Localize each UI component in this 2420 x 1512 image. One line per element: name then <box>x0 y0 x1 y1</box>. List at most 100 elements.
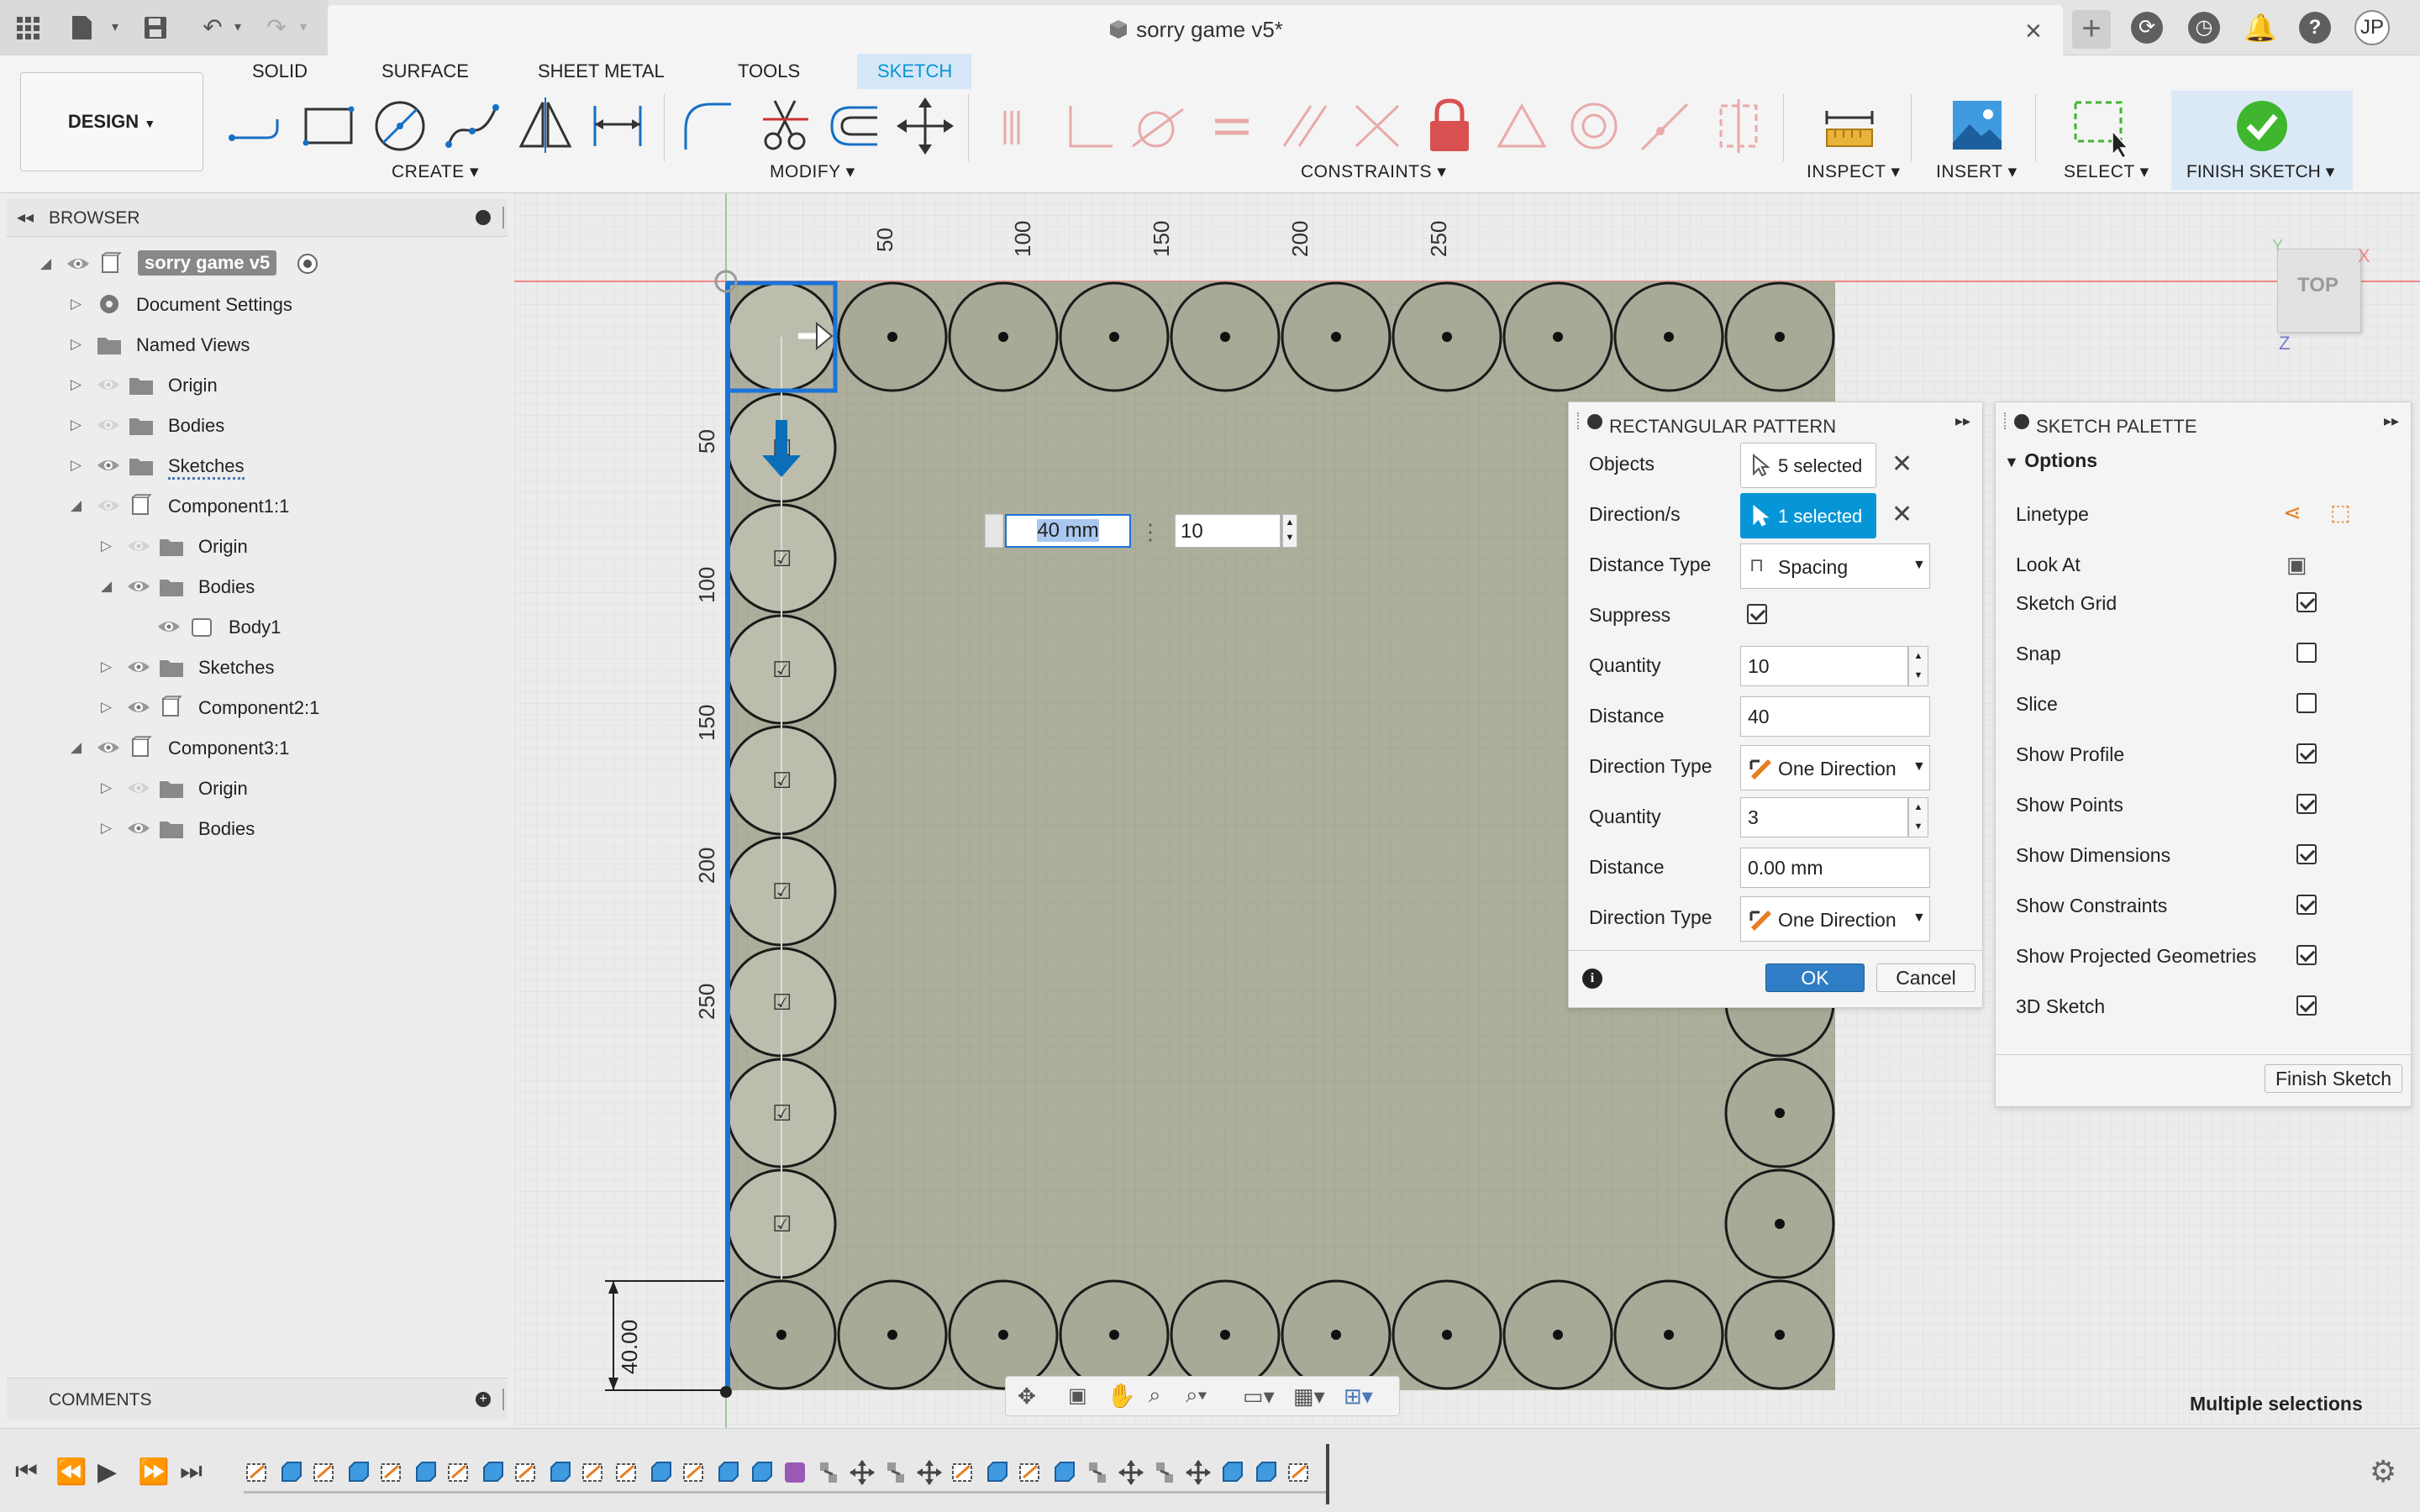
mirror-tool-icon[interactable] <box>516 94 575 158</box>
visibility-eye-icon[interactable] <box>96 738 121 758</box>
timeline-body-feature-icon[interactable] <box>479 1459 506 1486</box>
visibility-eye-icon[interactable] <box>126 818 151 838</box>
circle-center-point[interactable] <box>1775 1219 1785 1229</box>
browser-item[interactable]: ▷ Origin <box>7 365 508 405</box>
timeline-joint-feature-icon[interactable] <box>1084 1459 1111 1486</box>
tab-surface[interactable]: SURFACE <box>381 60 469 82</box>
equal-constraint-icon[interactable] <box>1203 94 1262 158</box>
insert-group-label[interactable]: INSERT ▾ <box>1936 161 2018 182</box>
collapsed-triangle-icon[interactable]: ▷ <box>101 780 118 796</box>
timeline-body-feature-icon[interactable] <box>412 1459 439 1486</box>
timeline-sketch-feature-icon[interactable] <box>1286 1459 1313 1486</box>
collapsed-triangle-icon[interactable]: ▷ <box>71 336 87 353</box>
direction-type2-select[interactable]: One Direction ▼ <box>1740 896 1930 942</box>
dimension-tool-icon[interactable] <box>588 94 647 158</box>
pan-hand-icon[interactable]: ✋ <box>1107 1382 1136 1410</box>
timeline-move-feature-icon[interactable] <box>1185 1459 1212 1486</box>
collapsed-triangle-icon[interactable]: ▷ <box>101 659 118 675</box>
timeline-sketch-feature-icon[interactable] <box>950 1459 976 1486</box>
finish-sketch-button[interactable]: FINISH SKETCH ▾ <box>2171 91 2353 190</box>
pattern-instance-checkbox[interactable]: ☑ <box>772 769 792 794</box>
visibility-eye-icon[interactable] <box>96 415 121 435</box>
parallel-constraint-icon[interactable] <box>1276 94 1334 158</box>
palette-option-checkbox[interactable] <box>2296 693 2317 713</box>
circle-center-point[interactable] <box>1442 332 1452 342</box>
palette-expand-icon[interactable]: ▸▸ <box>2384 412 2399 430</box>
timeline-body-feature-icon[interactable] <box>647 1459 674 1486</box>
go-to-start-icon[interactable]: ⏮ <box>15 1457 38 1486</box>
active-radio-icon[interactable] <box>297 254 318 274</box>
timeline-joint-feature-icon[interactable] <box>882 1459 909 1486</box>
browser-resize-handle[interactable] <box>502 207 504 228</box>
move-copy-icon[interactable] <box>896 94 955 158</box>
collinear-constraint-icon[interactable] <box>1635 94 1694 158</box>
ok-button[interactable]: OK <box>1765 963 1865 992</box>
extensions-icon[interactable]: ⟳ <box>2131 12 2163 44</box>
undo-dropdown-icon[interactable]: ▾ <box>224 13 252 42</box>
circle-center-point[interactable] <box>1109 1330 1119 1340</box>
timeline-body-feature-icon[interactable] <box>277 1459 304 1486</box>
circle-center-point[interactable] <box>998 1330 1008 1340</box>
circle-center-point[interactable] <box>998 332 1008 342</box>
file-dropdown-icon[interactable]: ▾ <box>101 13 129 42</box>
horizontal-vertical-constraint-icon[interactable] <box>1709 94 1768 158</box>
construction-linetype-icon[interactable]: ⋖ <box>2283 500 2302 526</box>
browser-item[interactable]: ▷ Sketches <box>7 445 508 486</box>
circle-center-point[interactable] <box>1553 332 1563 342</box>
workspace-design-button[interactable]: DESIGN ▼ <box>20 72 203 171</box>
pattern-instance-checkbox[interactable]: ☑ <box>772 1101 792 1126</box>
look-at-icon[interactable]: ▣ <box>2286 552 2307 578</box>
timeline-joint-feature-icon[interactable] <box>1151 1459 1178 1486</box>
timeline-sketch-feature-icon[interactable] <box>244 1459 271 1486</box>
tab-tools[interactable]: TOOLS <box>738 60 800 82</box>
timeline-marker[interactable] <box>1326 1444 1329 1504</box>
visibility-eye-icon[interactable] <box>156 617 182 637</box>
select-group-label[interactable]: SELECT ▾ <box>2064 161 2149 182</box>
create-group-label[interactable]: CREATE ▾ <box>392 161 479 182</box>
browser-item[interactable]: ▷ Component2:1 <box>7 687 508 727</box>
play-icon[interactable]: ▶ <box>97 1457 117 1487</box>
clear-direction-icon[interactable]: ✕ <box>1891 500 1912 529</box>
browser-item[interactable]: ▷ Origin <box>7 768 508 808</box>
timeline-sketch-feature-icon[interactable] <box>513 1459 539 1486</box>
inline-quantity-input[interactable]: 10 <box>1175 514 1281 548</box>
notifications-bell-icon[interactable]: 🔔 <box>2244 12 2277 44</box>
visibility-eye-icon[interactable] <box>126 536 151 556</box>
timeline-settings-gear-icon[interactable]: ⚙ <box>2370 1454 2396 1489</box>
collapsed-triangle-icon[interactable]: ▷ <box>71 457 87 474</box>
timeline-body-feature-icon[interactable] <box>546 1459 573 1486</box>
tab-sheet-metal[interactable]: SHEET METAL <box>538 60 665 82</box>
pattern-instance-checkbox[interactable]: ☑ <box>772 879 792 905</box>
comments-resize-handle[interactable] <box>502 1389 504 1410</box>
expanded-triangle-icon[interactable]: ◢ <box>101 578 118 595</box>
orbit-icon[interactable]: ✥ <box>1018 1383 1036 1410</box>
browser-item[interactable]: ▷ Document Settings <box>7 284 508 324</box>
circle-center-point[interactable] <box>1553 1330 1563 1340</box>
timeline-body-feature-icon[interactable] <box>1218 1459 1245 1486</box>
step-forward-icon[interactable]: ⏩ <box>138 1457 169 1487</box>
browser-item[interactable]: ▷ Bodies <box>7 808 508 848</box>
collapse-browser-icon[interactable]: ◂◂ <box>17 207 34 228</box>
perpendicular-constraint-icon[interactable] <box>1060 94 1119 158</box>
fit-zoom-icon[interactable]: ⌕▾ <box>1186 1382 1207 1409</box>
dimension-value[interactable]: 40.00 <box>617 1320 643 1374</box>
objects-select-button[interactable]: 5 selected <box>1740 443 1876 488</box>
visibility-eye-icon[interactable] <box>96 496 121 516</box>
circle-center-point[interactable] <box>1775 1330 1785 1340</box>
grid-settings-icon[interactable]: ▦▾ <box>1293 1383 1325 1410</box>
browser-item[interactable]: Body1 <box>7 606 508 647</box>
document-tab[interactable]: sorry game v5* × <box>328 5 2063 55</box>
pattern-instance-checkbox[interactable]: ☑ <box>772 1212 792 1237</box>
visibility-eye-icon[interactable] <box>126 576 151 596</box>
palette-option-checkbox[interactable] <box>2296 995 2317 1016</box>
spline-tool-icon[interactable] <box>444 94 502 158</box>
collapsed-triangle-icon[interactable]: ▷ <box>101 820 118 837</box>
cancel-button[interactable]: Cancel <box>1876 963 1975 992</box>
finish-sketch-palette-button[interactable]: Finish Sketch <box>2265 1064 2402 1093</box>
circle-center-point[interactable] <box>1331 1330 1341 1340</box>
palette-option-checkbox[interactable] <box>2296 743 2317 764</box>
timeline-sketch-feature-icon[interactable] <box>1017 1459 1044 1486</box>
visibility-eye-icon[interactable] <box>126 697 151 717</box>
tangent-constraint-icon[interactable] <box>1129 94 1188 158</box>
expanded-triangle-icon[interactable]: ◢ <box>40 255 57 272</box>
